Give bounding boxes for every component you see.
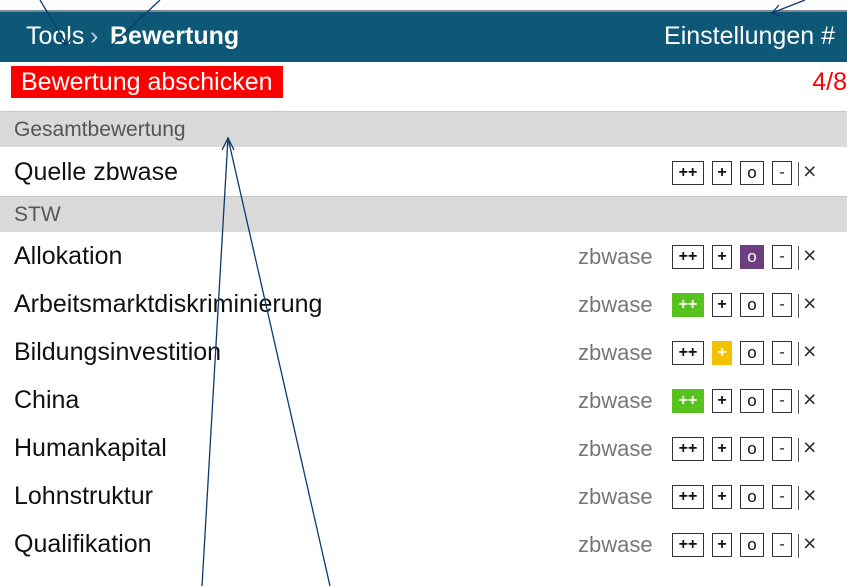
term-label: Lohnstruktur — [14, 482, 153, 510]
breadcrumb-tools[interactable]: Tools — [26, 22, 84, 51]
term-label: Qualifikation — [14, 530, 152, 558]
term-source: zbwase — [578, 388, 653, 413]
rating-m-button[interactable]: - — [772, 245, 792, 269]
clear-rating-icon[interactable]: × — [803, 482, 816, 509]
separator — [798, 486, 799, 510]
rating-m-button[interactable]: - — [772, 533, 792, 557]
separator — [798, 390, 799, 414]
rating-o-button[interactable]: o — [740, 437, 764, 461]
term-source: zbwase — [578, 532, 653, 557]
rating-pp-button[interactable]: ++ — [672, 485, 704, 509]
section-stw-label: STW — [14, 203, 61, 226]
term-source: zbwase — [578, 244, 653, 269]
separator — [798, 294, 799, 318]
term-row: China zbwase ++ + o - × — [0, 377, 847, 425]
clear-rating-icon[interactable]: × — [803, 338, 816, 365]
rating-o-button[interactable]: o — [740, 533, 764, 557]
rating-m-button[interactable]: - — [772, 485, 792, 509]
rating-o-button[interactable]: o — [740, 245, 764, 269]
rating-p-button[interactable]: + — [712, 485, 732, 509]
rating-pp-button[interactable]: ++ — [672, 293, 704, 317]
rating-m-button[interactable]: - — [772, 293, 792, 317]
separator — [798, 162, 799, 186]
section-stw: STW — [0, 196, 847, 232]
settings-link[interactable]: Einstellungen # — [664, 22, 835, 51]
section-overall-label: Gesamtbewertung — [14, 118, 186, 141]
term-label: Bildungsinvestition — [14, 338, 222, 366]
term-row: Humankapital zbwase ++ + o - × — [0, 425, 847, 473]
overall-row: Quelle zbwase ++ + o - × — [0, 149, 847, 197]
rating-p-button[interactable]: + — [712, 161, 732, 185]
rating-p-button[interactable]: + — [712, 293, 732, 317]
term-label: Humankapital — [14, 434, 167, 462]
rating-o-button[interactable]: o — [740, 341, 764, 365]
clear-rating-icon[interactable]: × — [803, 530, 816, 557]
section-overall: Gesamtbewertung — [0, 111, 847, 147]
overall-row-label: Quelle zbwase — [14, 158, 178, 186]
rating-o-button[interactable]: o — [740, 161, 764, 185]
breadcrumb-separator: › — [90, 22, 99, 50]
rating-pp-button[interactable]: ++ — [672, 341, 704, 365]
term-row: Lohnstruktur zbwase ++ + o - × — [0, 473, 847, 521]
term-label: Arbeitsmarktdiskriminierung — [14, 290, 323, 318]
rating-pp-button[interactable]: ++ — [672, 161, 704, 185]
breadcrumb-current: Bewertung — [110, 22, 240, 50]
rating-counter: 4/8 — [812, 68, 847, 96]
rating-pp-button[interactable]: ++ — [672, 437, 704, 461]
rating-panel: Tools › Bewertung Einstellungen # Bewert… — [0, 0, 847, 586]
term-row: Arbeitsmarktdiskriminierung zbwase ++ + o - × — [0, 281, 847, 329]
clear-rating-icon[interactable]: × — [803, 386, 816, 413]
rating-pp-button[interactable]: ++ — [672, 245, 704, 269]
term-label: China — [14, 386, 80, 414]
clear-rating-icon[interactable]: × — [803, 290, 816, 317]
submit-rating-button[interactable]: Bewertung abschicken — [11, 66, 283, 98]
rating-o-button[interactable]: o — [740, 389, 764, 413]
rating-p-button[interactable]: + — [712, 341, 732, 365]
term-source: zbwase — [578, 436, 653, 461]
rating-p-button[interactable]: + — [712, 389, 732, 413]
term-row: Bildungsinvestition zbwase ++ + o - × — [0, 329, 847, 377]
rating-m-button[interactable]: - — [772, 161, 792, 185]
term-source: zbwase — [578, 340, 653, 365]
term-row: Allokation zbwase ++ + o - × — [0, 233, 847, 281]
rating-m-button[interactable]: - — [772, 437, 792, 461]
rating-m-button[interactable]: - — [772, 389, 792, 413]
clear-rating-icon[interactable]: × — [803, 434, 816, 461]
rating-p-button[interactable]: + — [712, 245, 732, 269]
separator — [798, 246, 799, 270]
separator — [798, 438, 799, 462]
term-label: Allokation — [14, 242, 123, 270]
rating-p-button[interactable]: + — [712, 533, 732, 557]
clear-rating-icon[interactable]: × — [803, 242, 816, 269]
rating-o-button[interactable]: o — [740, 485, 764, 509]
rating-o-button[interactable]: o — [740, 293, 764, 317]
rating-pp-button[interactable]: ++ — [672, 389, 704, 413]
separator — [798, 342, 799, 366]
term-source: zbwase — [578, 484, 653, 509]
term-row: Qualifikation zbwase ++ + o - × — [0, 521, 847, 569]
term-source: zbwase — [578, 292, 653, 317]
clear-rating-icon[interactable]: × — [803, 158, 816, 185]
header-bar: Tools › Bewertung Einstellungen # — [0, 10, 847, 62]
rating-pp-button[interactable]: ++ — [672, 533, 704, 557]
rating-p-button[interactable]: + — [712, 437, 732, 461]
rating-m-button[interactable]: - — [772, 341, 792, 365]
separator — [798, 534, 799, 558]
